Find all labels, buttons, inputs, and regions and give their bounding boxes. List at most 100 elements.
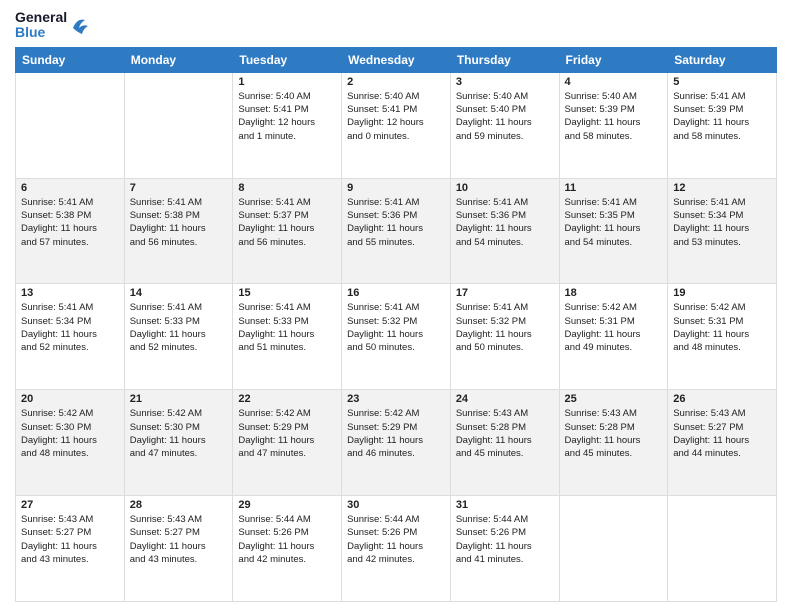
day-number: 26 <box>673 393 771 405</box>
day-detail: Sunrise: 5:41 AM Sunset: 5:34 PM Dayligh… <box>673 196 771 249</box>
page: General Blue SundayMondayTuesdayWednesda… <box>0 0 792 612</box>
day-detail: Sunrise: 5:41 AM Sunset: 5:34 PM Dayligh… <box>21 301 119 354</box>
calendar-cell: 15 Sunrise: 5:41 AM Sunset: 5:33 PM Dayli… <box>233 284 342 390</box>
calendar-cell: 1Sunrise: 5:40 AM Sunset: 5:41 PM Daylig… <box>233 72 342 178</box>
day-number: 2 <box>347 76 445 88</box>
calendar-cell: 9 Sunrise: 5:41 AM Sunset: 5:36 PM Daylig… <box>342 178 451 284</box>
calendar-day-header: Sunday <box>16 47 125 72</box>
day-number: 31 <box>456 499 554 511</box>
day-detail: Sunrise: 5:44 AM Sunset: 5:26 PM Dayligh… <box>347 513 445 566</box>
day-number: 8 <box>238 182 336 194</box>
calendar-cell: 16 Sunrise: 5:41 AM Sunset: 5:32 PM Dayli… <box>342 284 451 390</box>
calendar-week-row: 1Sunrise: 5:40 AM Sunset: 5:41 PM Daylig… <box>16 72 777 178</box>
day-number: 18 <box>565 287 663 299</box>
day-number: 3 <box>456 76 554 88</box>
calendar-cell: 14 Sunrise: 5:41 AM Sunset: 5:33 PM Dayli… <box>124 284 233 390</box>
day-detail: Sunrise: 5:42 AM Sunset: 5:31 PM Dayligh… <box>673 301 771 354</box>
day-detail: Sunrise: 5:41 AM Sunset: 5:37 PM Dayligh… <box>238 196 336 249</box>
day-number: 24 <box>456 393 554 405</box>
calendar-day-header: Thursday <box>450 47 559 72</box>
day-detail: Sunrise: 5:42 AM Sunset: 5:29 PM Dayligh… <box>347 407 445 460</box>
calendar-cell: 12 Sunrise: 5:41 AM Sunset: 5:34 PM Dayli… <box>668 178 777 284</box>
calendar-week-row: 13 Sunrise: 5:41 AM Sunset: 5:34 PM Dayli… <box>16 284 777 390</box>
day-number: 11 <box>565 182 663 194</box>
calendar-cell: 30 Sunrise: 5:44 AM Sunset: 5:26 PM Dayli… <box>342 496 451 602</box>
day-number: 14 <box>130 287 228 299</box>
logo: General Blue <box>15 10 89 41</box>
day-detail: Sunrise: 5:41 AM Sunset: 5:33 PM Dayligh… <box>238 301 336 354</box>
day-detail: Sunrise: 5:41 AM Sunset: 5:35 PM Dayligh… <box>565 196 663 249</box>
day-detail: Sunrise: 5:41 AM Sunset: 5:38 PM Dayligh… <box>130 196 228 249</box>
day-detail: Sunrise: 5:42 AM Sunset: 5:31 PM Dayligh… <box>565 301 663 354</box>
day-number: 27 <box>21 499 119 511</box>
day-detail: Sunrise: 5:42 AM Sunset: 5:30 PM Dayligh… <box>21 407 119 460</box>
day-detail: Sunrise: 5:42 AM Sunset: 5:30 PM Dayligh… <box>130 407 228 460</box>
day-detail: Sunrise: 5:40 AM Sunset: 5:39 PM Dayligh… <box>565 90 663 143</box>
calendar-cell: 29Sunrise: 5:44 AM Sunset: 5:26 PM Dayli… <box>233 496 342 602</box>
calendar-week-row: 20 Sunrise: 5:42 AM Sunset: 5:30 PM Dayli… <box>16 390 777 496</box>
calendar-cell: 18 Sunrise: 5:42 AM Sunset: 5:31 PM Dayli… <box>559 284 668 390</box>
calendar-cell: 25 Sunrise: 5:43 AM Sunset: 5:28 PM Dayli… <box>559 390 668 496</box>
calendar-cell <box>668 496 777 602</box>
calendar-day-header: Saturday <box>668 47 777 72</box>
calendar-cell: 24Sunrise: 5:43 AM Sunset: 5:28 PM Dayli… <box>450 390 559 496</box>
calendar-cell: 2Sunrise: 5:40 AM Sunset: 5:41 PM Daylig… <box>342 72 451 178</box>
day-number: 19 <box>673 287 771 299</box>
day-number: 15 <box>238 287 336 299</box>
day-number: 7 <box>130 182 228 194</box>
day-detail: Sunrise: 5:41 AM Sunset: 5:32 PM Dayligh… <box>347 301 445 354</box>
day-number: 21 <box>130 393 228 405</box>
logo-text-blue: Blue <box>15 25 67 40</box>
day-detail: Sunrise: 5:41 AM Sunset: 5:36 PM Dayligh… <box>347 196 445 249</box>
calendar-cell: 13 Sunrise: 5:41 AM Sunset: 5:34 PM Dayli… <box>16 284 125 390</box>
day-number: 23 <box>347 393 445 405</box>
day-detail: Sunrise: 5:43 AM Sunset: 5:27 PM Dayligh… <box>673 407 771 460</box>
day-detail: Sunrise: 5:44 AM Sunset: 5:26 PM Dayligh… <box>456 513 554 566</box>
calendar-table: SundayMondayTuesdayWednesdayThursdayFrid… <box>15 47 777 602</box>
day-detail: Sunrise: 5:41 AM Sunset: 5:39 PM Dayligh… <box>673 90 771 143</box>
calendar-cell: 21 Sunrise: 5:42 AM Sunset: 5:30 PM Dayli… <box>124 390 233 496</box>
calendar-cell: 6 Sunrise: 5:41 AM Sunset: 5:38 PM Daylig… <box>16 178 125 284</box>
day-number: 17 <box>456 287 554 299</box>
day-number: 13 <box>21 287 119 299</box>
day-number: 6 <box>21 182 119 194</box>
calendar-day-header: Friday <box>559 47 668 72</box>
day-number: 20 <box>21 393 119 405</box>
day-detail: Sunrise: 5:42 AM Sunset: 5:29 PM Dayligh… <box>238 407 336 460</box>
day-number: 10 <box>456 182 554 194</box>
day-number: 5 <box>673 76 771 88</box>
calendar-day-header: Monday <box>124 47 233 72</box>
calendar-cell: 31 Sunrise: 5:44 AM Sunset: 5:26 PM Dayli… <box>450 496 559 602</box>
calendar-cell: 22 Sunrise: 5:42 AM Sunset: 5:29 PM Dayli… <box>233 390 342 496</box>
day-detail: Sunrise: 5:41 AM Sunset: 5:33 PM Dayligh… <box>130 301 228 354</box>
day-number: 22 <box>238 393 336 405</box>
day-number: 29 <box>238 499 336 511</box>
day-number: 25 <box>565 393 663 405</box>
logo-container: General Blue <box>15 10 89 41</box>
day-detail: Sunrise: 5:41 AM Sunset: 5:36 PM Dayligh… <box>456 196 554 249</box>
calendar-cell: 7 Sunrise: 5:41 AM Sunset: 5:38 PM Daylig… <box>124 178 233 284</box>
day-detail: Sunrise: 5:40 AM Sunset: 5:41 PM Dayligh… <box>238 90 336 143</box>
day-number: 30 <box>347 499 445 511</box>
logo-text-general: General <box>15 10 67 25</box>
calendar-cell: 8 Sunrise: 5:41 AM Sunset: 5:37 PM Daylig… <box>233 178 342 284</box>
header: General Blue <box>15 10 777 41</box>
day-detail: Sunrise: 5:41 AM Sunset: 5:38 PM Dayligh… <box>21 196 119 249</box>
day-number: 28 <box>130 499 228 511</box>
day-detail: Sunrise: 5:43 AM Sunset: 5:28 PM Dayligh… <box>565 407 663 460</box>
day-detail: Sunrise: 5:41 AM Sunset: 5:32 PM Dayligh… <box>456 301 554 354</box>
day-number: 4 <box>565 76 663 88</box>
day-number: 16 <box>347 287 445 299</box>
day-number: 9 <box>347 182 445 194</box>
calendar-week-row: 27Sunrise: 5:43 AM Sunset: 5:27 PM Dayli… <box>16 496 777 602</box>
calendar-header-row: SundayMondayTuesdayWednesdayThursdayFrid… <box>16 47 777 72</box>
calendar-cell: 26 Sunrise: 5:43 AM Sunset: 5:27 PM Dayli… <box>668 390 777 496</box>
calendar-cell <box>559 496 668 602</box>
day-number: 12 <box>673 182 771 194</box>
calendar-day-header: Tuesday <box>233 47 342 72</box>
calendar-cell: 4 Sunrise: 5:40 AM Sunset: 5:39 PM Daylig… <box>559 72 668 178</box>
calendar-cell: 3Sunrise: 5:40 AM Sunset: 5:40 PM Daylig… <box>450 72 559 178</box>
calendar-cell: 17 Sunrise: 5:41 AM Sunset: 5:32 PM Dayli… <box>450 284 559 390</box>
calendar-cell: 23 Sunrise: 5:42 AM Sunset: 5:29 PM Dayli… <box>342 390 451 496</box>
calendar-week-row: 6 Sunrise: 5:41 AM Sunset: 5:38 PM Daylig… <box>16 178 777 284</box>
